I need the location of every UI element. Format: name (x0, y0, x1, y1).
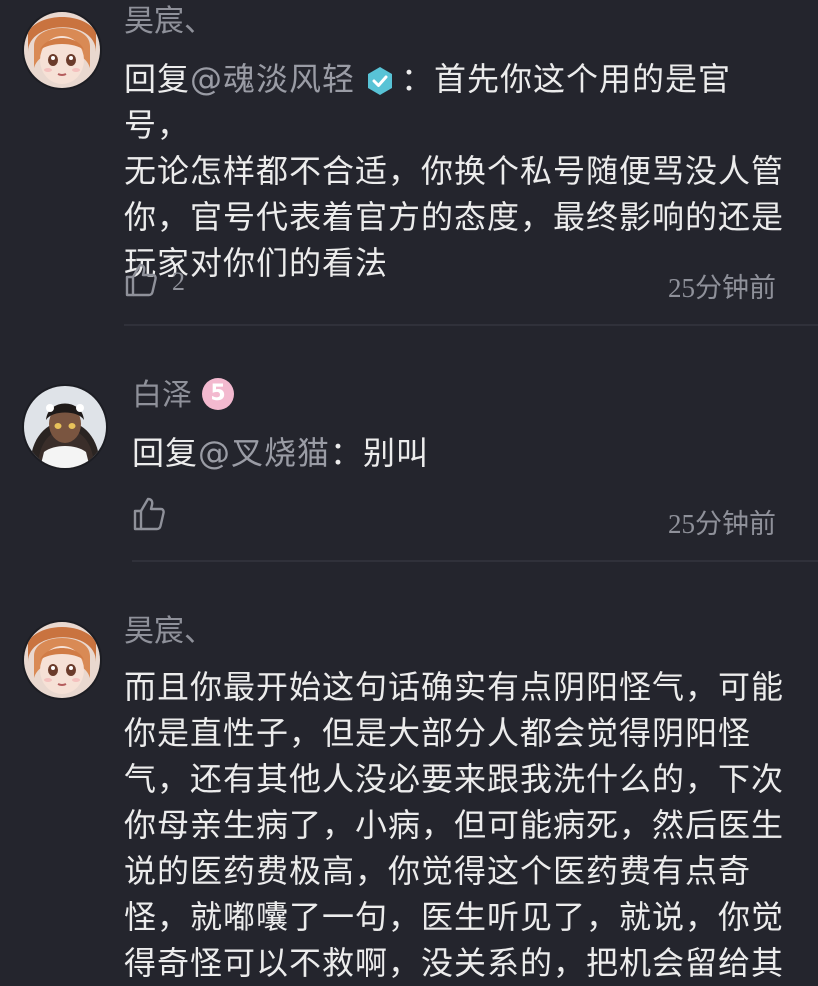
reply-prefix: 回复 (124, 60, 191, 98)
divider (124, 324, 818, 326)
comment-line: 怪，就嘟囔了一句，医生听见了，就说，你觉 (124, 898, 785, 936)
like-button[interactable] (132, 496, 166, 536)
avatar-image (24, 12, 100, 88)
mention-link[interactable]: @魂淡风轻 (190, 60, 355, 98)
avatar[interactable] (24, 12, 100, 88)
reply-prefix: 回复 (132, 434, 199, 472)
comment-text: 回复@叉烧猫：别叫 (132, 430, 792, 476)
comment-line: 而且你最开始这句话确实有点阴阳怪气，可能 (124, 668, 785, 706)
comment-text-first: ：别叫 (330, 434, 430, 472)
username[interactable]: 昊宸、 (124, 2, 214, 42)
timestamp: 25分钟前 (668, 509, 776, 539)
comment-meta: 2 25分钟前 (124, 262, 776, 306)
thumbs-up-icon (132, 496, 166, 536)
comment-line: 说的医药费极高，你觉得这个医药费有点奇 (124, 852, 752, 890)
timestamp: 25分钟前 (668, 273, 776, 303)
avatar[interactable] (24, 386, 106, 468)
like-count: 2 (172, 267, 185, 296)
mention-link[interactable]: @叉烧猫 (198, 434, 330, 472)
comment-text: 回复@魂淡风轻 ：首先你这个用的是官号， 无论怎样都不合适，你换个私号随便骂没人管… (124, 56, 794, 286)
comment-line: 你是直性子，但是大部分人都会觉得阴阳怪 (124, 714, 752, 752)
comment-line: 气，还有其他人没必要来跟我洗什么的，下次 (124, 760, 785, 798)
comment-line: 你，官号代表着官方的态度，最终影响的还是 (124, 198, 785, 236)
username[interactable]: 昊宸、 (124, 612, 214, 652)
avatar-image (24, 386, 106, 468)
username[interactable]: 白泽 5 (132, 376, 234, 416)
comment-line: 无论怎样都不合适，你换个私号随便骂没人管 (124, 152, 785, 190)
level-badge: 5 (202, 377, 234, 410)
username-text: 白泽 (132, 378, 192, 413)
divider (132, 560, 818, 562)
comment-line: 你母亲生病了，小病，但可能病死，然后医生 (124, 806, 785, 844)
thumbs-up-icon (124, 262, 158, 302)
avatar-image (24, 622, 100, 698)
verified-icon (365, 62, 395, 95)
avatar[interactable] (24, 622, 100, 698)
comment-text: 而且你最开始这句话确实有点阴阳怪气，可能 你是直性子，但是大部分人都会觉得阴阳怪… (124, 664, 794, 986)
comment-line: 得奇怪可以不救啊，没关系的，把机会留给其 (124, 944, 785, 982)
like-button[interactable]: 2 (124, 262, 185, 302)
comment-meta: 25分钟前 (132, 496, 776, 540)
